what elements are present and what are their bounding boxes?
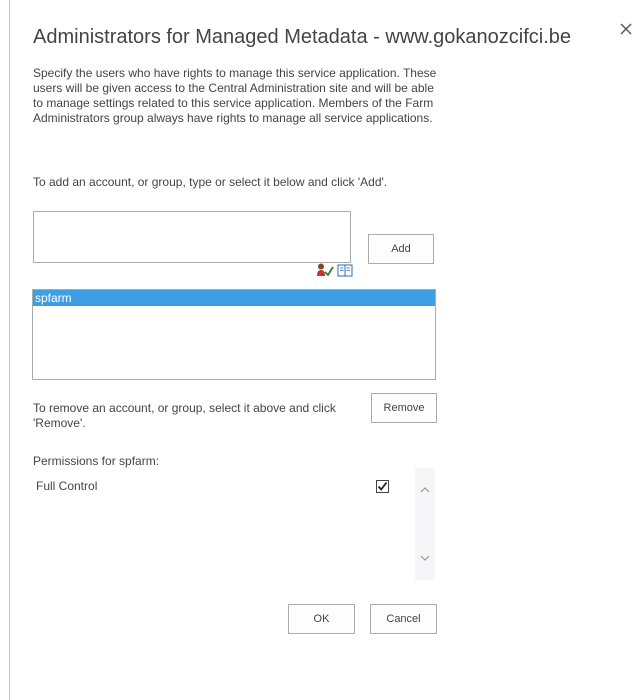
close-icon[interactable] — [620, 18, 637, 40]
dialog-description: Specify the users who have rights to man… — [33, 66, 437, 125]
remove-instruction: To remove an account, or group, select i… — [33, 401, 336, 430]
check-names-icon[interactable] — [316, 263, 334, 277]
add-instruction: To add an account, or group, type or sel… — [33, 175, 388, 189]
close-x-glyph — [620, 23, 632, 35]
people-picker-icons — [316, 263, 353, 277]
permissions-label: Permissions for spfarm: — [33, 454, 160, 468]
permission-name: Full Control — [36, 479, 98, 493]
scroll-down-icon[interactable] — [415, 548, 435, 568]
dialog-title: Administrators for Managed Metadata - ww… — [33, 26, 572, 48]
add-button[interactable]: Add — [368, 234, 434, 264]
account-item-spfarm[interactable]: spfarm — [33, 290, 435, 306]
cancel-button[interactable]: Cancel — [370, 604, 437, 634]
permission-row-full-control: Full Control — [36, 479, 396, 495]
scroll-up-icon[interactable] — [415, 480, 435, 500]
full-control-checkbox[interactable] — [376, 480, 389, 493]
remove-button[interactable]: Remove — [371, 393, 437, 423]
checkmark-icon — [377, 481, 388, 491]
accounts-listbox[interactable]: spfarm — [32, 289, 436, 380]
dialog-left-border — [9, 0, 10, 700]
address-book-icon[interactable] — [337, 263, 353, 277]
permissions-scrollbar[interactable] — [415, 468, 435, 580]
people-picker-input[interactable] — [33, 211, 351, 263]
admin-dialog: Administrators for Managed Metadata - ww… — [0, 0, 637, 700]
ok-button[interactable]: OK — [288, 604, 355, 634]
